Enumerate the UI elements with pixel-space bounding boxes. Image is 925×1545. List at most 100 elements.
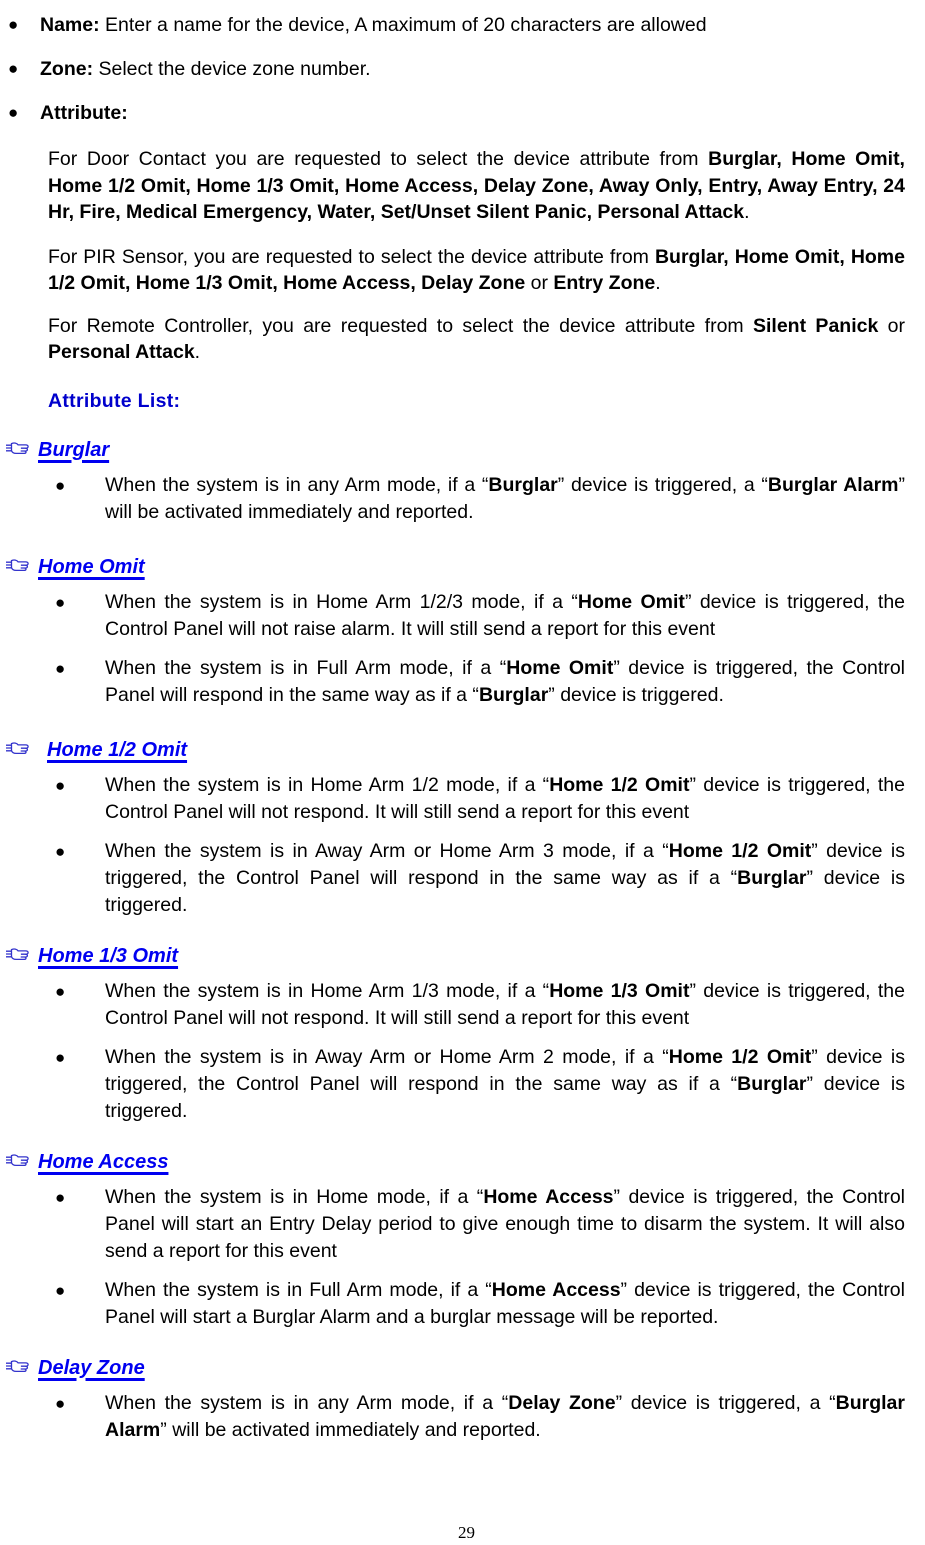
- bullet-icon: ●: [55, 1187, 66, 1207]
- bullet-icon: ●: [55, 1393, 66, 1413]
- home-access-bullet-2: When the system is in Full Arm mode, if …: [105, 1278, 905, 1328]
- section-title-burglar: Burglar: [38, 438, 110, 461]
- pir-conjunction: or: [525, 272, 554, 294]
- attribute-item-text: Attribute:: [40, 96, 925, 130]
- bullet-icon: ●: [55, 841, 66, 861]
- zone-label: Zone:: [40, 58, 94, 80]
- home-12-omit-bullet-2: When the system is in Away Arm or Home A…: [105, 839, 906, 916]
- paragraph-remote-controller: For Remote Controller, you are requested…: [48, 313, 925, 366]
- section-bullet: ● When the system is in Home mode, if a …: [0, 1184, 925, 1265]
- section-bullet: ● When the system is in any Arm mode, if…: [0, 472, 925, 526]
- section-title-home-12-omit: Home 1/2 Omit: [47, 738, 188, 761]
- paragraph-door-contact: For Door Contact you are requested to se…: [48, 146, 925, 226]
- zone-item-text: Zone: Select the device zone number.: [40, 52, 925, 86]
- name-label: Name:: [40, 14, 100, 36]
- section-header-burglar: Burglar: [0, 437, 925, 462]
- remote-prefix: For Remote Controller, you are requested…: [48, 314, 753, 337]
- home-access-bullet-1: When the system is in Home mode, if a “H…: [105, 1185, 905, 1262]
- document-page: ● Name: Enter a name for the device, A m…: [0, 0, 925, 1545]
- page-number: 29: [458, 1523, 475, 1542]
- section-bullet: ● When the system is in Away Arm or Home…: [0, 1044, 925, 1125]
- section-header-delay-zone: Delay Zone: [0, 1355, 925, 1380]
- pointing-hand-icon: [0, 554, 38, 573]
- section-bullet: ● When the system is in Full Arm mode, i…: [0, 1277, 925, 1331]
- bullet-icon: ●: [8, 59, 19, 78]
- section-title-home-omit: Home Omit: [38, 555, 145, 578]
- bullet-icon: ●: [55, 1047, 66, 1067]
- remote-attribute-tail: Personal Attack: [48, 341, 195, 363]
- bullet-icon: ●: [55, 475, 66, 495]
- bullet-icon: ●: [55, 981, 66, 1001]
- list-item-zone: ● Zone: Select the device zone number.: [0, 52, 925, 86]
- pir-prefix: For PIR Sensor, you are requested to sel…: [48, 245, 655, 268]
- section-header-home-access: Home Access: [0, 1149, 925, 1174]
- pointing-hand-icon: [0, 1355, 38, 1374]
- section-bullet: ● When the system is in Full Arm mode, i…: [0, 655, 925, 709]
- zone-description: Select the device zone number.: [93, 58, 371, 80]
- pointing-hand-icon: [0, 437, 38, 456]
- bullet-icon: ●: [55, 658, 66, 678]
- delay-zone-bullet-1: When the system is in any Arm mode, if a…: [105, 1391, 905, 1441]
- section-title-delay-zone: Delay Zone: [38, 1356, 145, 1379]
- pointing-hand-icon: [0, 737, 47, 756]
- section-header-home-omit: Home Omit: [0, 554, 925, 579]
- home-13-omit-bullet-2: When the system is in Away Arm or Home A…: [105, 1045, 906, 1122]
- list-item-name: ● Name: Enter a name for the device, A m…: [0, 8, 925, 42]
- section-header-home-13-omit: Home 1/3 Omit: [0, 943, 925, 968]
- attribute-list-heading: Attribute List:: [48, 389, 181, 412]
- remote-suffix: .: [194, 341, 201, 363]
- section-bullet: ● When the system is in Home Arm 1/2 mod…: [0, 772, 925, 826]
- remote-attribute-list: Silent Panick: [753, 314, 879, 337]
- name-description: Enter a name for the device, A maximum o…: [99, 14, 707, 36]
- remote-conjunction: or: [878, 314, 905, 337]
- burglar-bullet-1: When the system is in any Arm mode, if a…: [105, 473, 905, 523]
- home-omit-bullet-1: When the system is in Home Arm 1/2/3 mod…: [105, 590, 906, 640]
- section-header-home-12-omit: Home 1/2 Omit: [0, 737, 925, 762]
- attribute-label: Attribute:: [40, 102, 128, 124]
- bullet-icon: ●: [55, 592, 66, 612]
- section-title-home-access: Home Access: [38, 1150, 169, 1173]
- bullet-icon: ●: [55, 775, 66, 795]
- bullet-icon: ●: [8, 15, 19, 34]
- bullet-icon: ●: [8, 103, 19, 122]
- section-title-home-13-omit: Home 1/3 Omit: [38, 944, 179, 967]
- home-12-omit-bullet-1: When the system is in Home Arm 1/2 mode,…: [105, 773, 905, 823]
- paragraph-pir-sensor: For PIR Sensor, you are requested to sel…: [48, 244, 925, 297]
- name-item-text: Name: Enter a name for the device, A max…: [40, 8, 925, 42]
- home-13-omit-bullet-1: When the system is in Home Arm 1/3 mode,…: [105, 979, 905, 1029]
- bullet-icon: ●: [55, 1280, 66, 1300]
- home-omit-bullet-2: When the system is in Full Arm mode, if …: [105, 656, 905, 706]
- pir-suffix: .: [655, 272, 661, 294]
- section-bullet: ● When the system is in Home Arm 1/2/3 m…: [0, 589, 925, 643]
- section-bullet: ● When the system is in Home Arm 1/3 mod…: [0, 978, 925, 1032]
- section-bullet: ● When the system is in Away Arm or Home…: [0, 838, 925, 919]
- pir-attribute-tail: Entry Zone: [553, 272, 656, 294]
- door-contact-suffix: .: [744, 201, 750, 223]
- door-contact-prefix: For Door Contact you are requested to se…: [48, 148, 709, 170]
- pointing-hand-icon: [0, 943, 38, 962]
- section-bullet: ● When the system is in any Arm mode, if…: [0, 1390, 925, 1444]
